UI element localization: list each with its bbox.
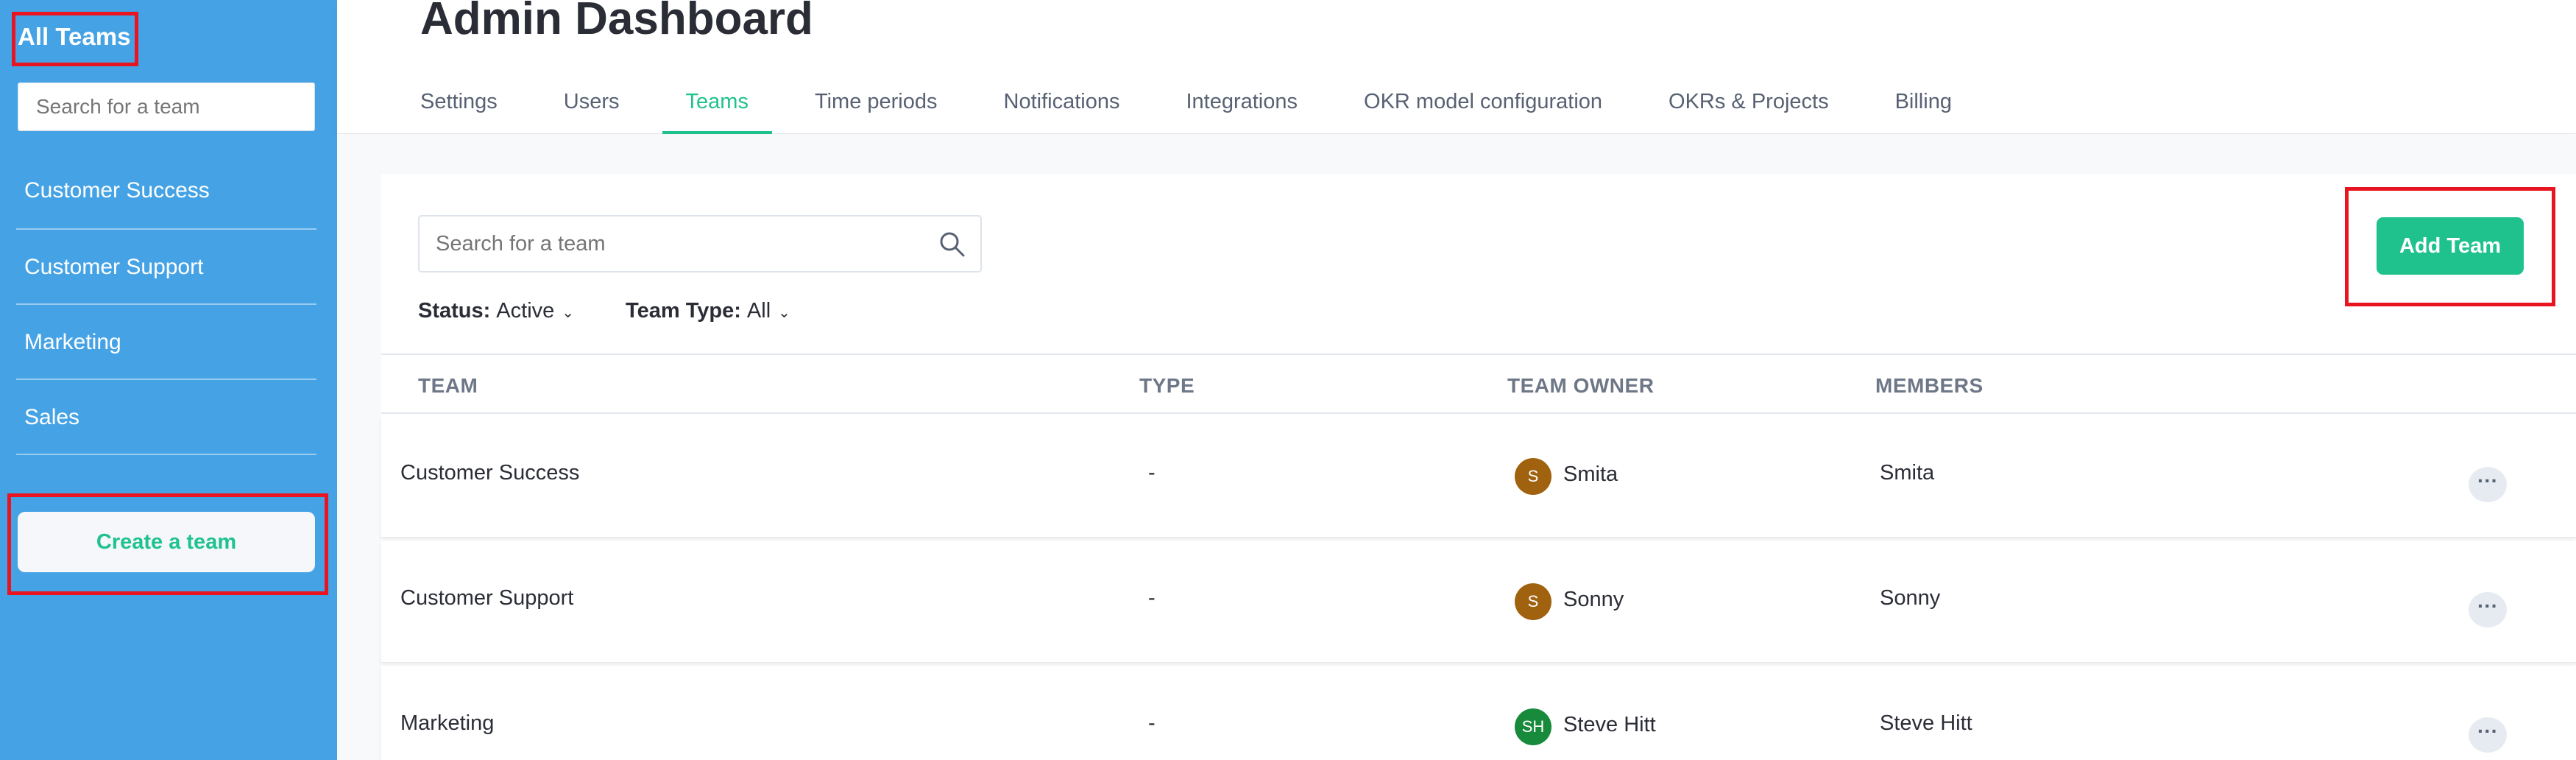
team-name[interactable]: Marketing [400, 711, 494, 736]
sidebar-item-marketing[interactable]: Marketing [16, 305, 316, 380]
team-type: - [1148, 461, 1156, 485]
column-header-team-owner[interactable]: TEAM OWNER [1507, 374, 1654, 398]
tab-settings[interactable]: Settings [420, 82, 498, 134]
more-options-icon[interactable]: ··· [2469, 467, 2507, 502]
team-name[interactable]: Customer Success [400, 461, 579, 485]
add-team-button[interactable]: Add Team [2377, 217, 2524, 275]
tab-billing[interactable]: Billing [1895, 82, 1952, 134]
team-type-filter-dropdown[interactable]: Team Type: All ⌄ [626, 299, 790, 323]
column-header-team[interactable]: TEAM [418, 374, 478, 398]
create-team-button[interactable]: Create a team [18, 512, 315, 572]
tab-okr-model-configuration[interactable]: OKR model configuration [1364, 82, 1602, 134]
team-type-filter-value: All [746, 299, 771, 323]
chevron-down-icon: ⌄ [778, 305, 790, 321]
table-row[interactable]: Customer Success - S Smita Smita ··· [381, 415, 2576, 538]
sidebar: All Teams Customer Success Customer Supp… [0, 0, 337, 760]
tab-okrs-projects[interactable]: OKRs & Projects [1669, 82, 1829, 134]
team-name[interactable]: Customer Support [400, 586, 573, 611]
more-options-icon[interactable]: ··· [2469, 592, 2507, 627]
table-row[interactable]: Customer Support - S Sonny Sonny ··· [381, 541, 2576, 663]
team-members: Steve Hitt [1880, 711, 1972, 735]
status-filter-value: Active [496, 299, 555, 323]
search-icon[interactable] [938, 230, 967, 259]
team-members: Smita [1880, 461, 1935, 485]
team-type-filter-label: Team Type: [626, 299, 741, 323]
avatar: SH [1515, 708, 1551, 745]
table-row[interactable]: Marketing - SH Steve Hitt Steve Hitt ··· [381, 666, 2576, 760]
avatar: S [1515, 458, 1551, 495]
team-owner-name: Smita [1563, 462, 1618, 486]
team-type: - [1148, 711, 1156, 735]
tab-integrations[interactable]: Integrations [1186, 82, 1298, 134]
table-header: TEAM TYPE TEAM OWNER MEMBERS [381, 353, 2576, 414]
tab-notifications[interactable]: Notifications [1004, 82, 1120, 134]
sidebar-team-list: Customer Success Customer Support Market… [16, 153, 316, 455]
team-type: - [1148, 586, 1156, 610]
team-members: Sonny [1880, 586, 1941, 610]
sidebar-item-customer-support[interactable]: Customer Support [16, 230, 316, 305]
team-search-box [418, 215, 982, 272]
team-owner-name: Steve Hitt [1563, 713, 1656, 736]
admin-tabs: Settings Users Teams Time periods Notifi… [420, 82, 2018, 134]
sidebar-item-sales[interactable]: Sales [16, 380, 316, 455]
page-title: Admin Dashboard [420, 0, 813, 44]
tab-time-periods[interactable]: Time periods [815, 82, 938, 134]
team-owner-name: Sonny [1563, 588, 1624, 611]
column-header-members[interactable]: MEMBERS [1875, 374, 1984, 398]
column-header-type[interactable]: TYPE [1139, 374, 1195, 398]
tab-teams[interactable]: Teams [662, 82, 773, 134]
page-header: Admin Dashboard Settings Users Teams Tim… [337, 0, 2576, 134]
avatar: S [1515, 583, 1551, 620]
chevron-down-icon: ⌄ [562, 305, 575, 321]
more-options-icon[interactable]: ··· [2469, 717, 2507, 753]
sidebar-title-all-teams[interactable]: All Teams [18, 23, 130, 51]
status-filter-dropdown[interactable]: Status: Active ⌄ [418, 299, 574, 323]
team-search-input[interactable] [436, 217, 914, 271]
status-filter-label: Status: [418, 299, 491, 323]
sidebar-item-customer-success[interactable]: Customer Success [16, 117, 316, 230]
filter-bar: Status: Active ⌄ Team Type: All ⌄ [418, 299, 842, 323]
tab-users[interactable]: Users [564, 82, 620, 134]
